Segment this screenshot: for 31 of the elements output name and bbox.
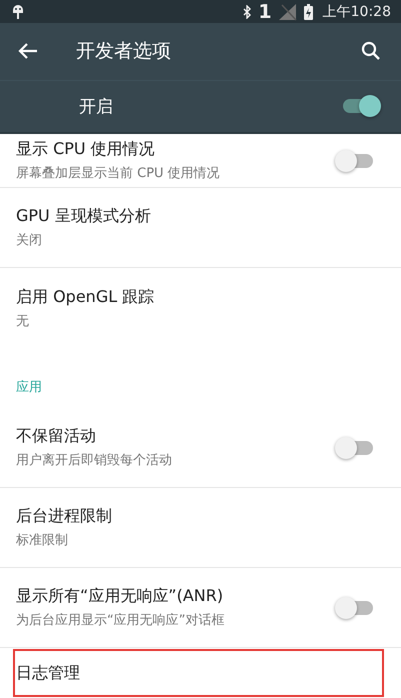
setting-title: 启用 OpenGL 跟踪: [16, 286, 156, 308]
setting-summary: 无: [16, 312, 30, 330]
sim-number: 1: [258, 0, 272, 22]
setting-title: 后台进程限制: [16, 506, 113, 528]
setting-row[interactable]: 启用 OpenGL 跟踪 无: [0, 268, 401, 348]
setting-summary: 关闭: [16, 232, 43, 250]
category-header: 应用: [15, 379, 43, 398]
setting-row[interactable]: 后台进程限制 标准限制: [0, 488, 401, 568]
setting-row[interactable]: 不保留活动 用户离开后即销毁每个活动: [0, 408, 401, 488]
bluetooth-icon: [243, 4, 252, 18]
setting-title: 日志管理: [16, 662, 81, 684]
screen-title: 开发者选项: [76, 39, 172, 64]
setting-title: 显示所有“应用无响应”(ANR): [16, 586, 224, 608]
setting-row[interactable]: 显示所有“应用无响应”(ANR) 为后台应用显示“应用无响应”对话框: [0, 568, 401, 648]
clock: 上午10:28: [322, 2, 391, 20]
setting-summary: 用户离开后即销毁每个活动: [16, 452, 173, 470]
setting-summary: 标准限制: [16, 532, 69, 550]
search-icon: [361, 41, 381, 62]
back-arrow-icon: [18, 42, 38, 60]
setting-summary: 为后台应用显示“应用无响应”对话框: [16, 612, 226, 630]
signal-off-icon: [278, 2, 298, 20]
setting-title: GPU 呈现模式分析: [16, 206, 152, 228]
setting-title: 显示 CPU 使用情况: [16, 139, 156, 160]
battery-charging-icon: [304, 4, 313, 20]
setting-row[interactable]: 显示 CPU 使用情况 屏幕叠加层显示当前 CPU 使用情况: [0, 134, 401, 188]
setting-row[interactable]: GPU 呈现模式分析 关闭: [0, 188, 401, 268]
setting-title: 不保留活动: [16, 426, 97, 448]
android-icon: [12, 4, 24, 20]
highlighted-setting-row[interactable]: 日志管理: [12, 648, 385, 698]
master-switch-label: 开启: [79, 96, 114, 118]
setting-summary: 屏幕叠加层显示当前 CPU 使用情况: [16, 165, 221, 182]
